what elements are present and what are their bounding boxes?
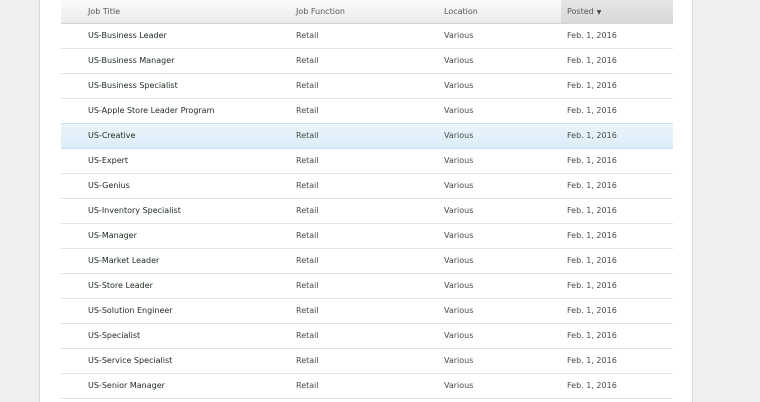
job-function-cell: Retail: [296, 56, 319, 65]
job-title-link[interactable]: US-Creative: [88, 124, 135, 148]
table-row[interactable]: US-Manager Retail Various Feb. 1, 2016: [61, 224, 673, 249]
job-function-cell: Retail: [296, 81, 319, 90]
location-cell: Various: [444, 81, 474, 90]
posted-date-cell: Feb. 1, 2016: [567, 156, 617, 165]
posted-date-cell: Feb. 1, 2016: [567, 81, 617, 90]
column-header-job-function[interactable]: Job Function: [296, 0, 345, 23]
posted-date-cell: Feb. 1, 2016: [567, 256, 617, 265]
location-cell: Various: [444, 206, 474, 215]
job-title-link[interactable]: US-Expert: [88, 149, 128, 173]
job-title-link[interactable]: US-Business Specialist: [88, 74, 178, 98]
table-row[interactable]: US-Senior Manager Retail Various Feb. 1, 20…: [61, 374, 673, 399]
table-row[interactable]: US-Expert Retail Various Feb. 1, 2016: [61, 149, 673, 174]
job-title-link[interactable]: US-Senior Manager: [88, 374, 165, 398]
location-cell: Various: [444, 231, 474, 240]
location-cell: Various: [444, 256, 474, 265]
posted-date-cell: Feb. 1, 2016: [567, 31, 617, 40]
table-row[interactable]: US-Inventory Specialist Retail Various Feb.…: [61, 199, 673, 224]
location-cell: Various: [444, 356, 474, 365]
posted-date-cell: Feb. 1, 2016: [567, 56, 617, 65]
job-title-link[interactable]: US-Business Leader: [88, 24, 167, 48]
table-row[interactable]: US-Business Leader Retail Various Feb. 1, 2…: [61, 24, 673, 49]
job-function-cell: Retail: [296, 256, 319, 265]
job-function-cell: Retail: [296, 381, 319, 390]
table-row[interactable]: US-Store Leader Retail Various Feb. 1, 2016: [61, 274, 673, 299]
job-function-cell: Retail: [296, 106, 319, 115]
location-cell: Various: [444, 56, 474, 65]
job-function-cell: Retail: [296, 231, 319, 240]
posted-date-cell: Feb. 1, 2016: [567, 231, 617, 240]
job-title-link[interactable]: US-Market Leader: [88, 249, 159, 273]
location-cell: Various: [444, 156, 474, 165]
page: Job Title Job Function Location Posted ▼ …: [0, 0, 760, 402]
job-function-cell: Retail: [296, 331, 319, 340]
job-function-cell: Retail: [296, 281, 319, 290]
sort-descending-icon: ▼: [596, 9, 602, 16]
location-cell: Various: [444, 331, 474, 340]
job-function-cell: Retail: [296, 31, 319, 40]
job-function-cell: Retail: [296, 131, 319, 140]
job-title-link[interactable]: US-Inventory Specialist: [88, 199, 181, 223]
column-header-posted[interactable]: Posted ▼: [561, 0, 673, 23]
job-function-cell: Retail: [296, 306, 319, 315]
posted-date-cell: Feb. 1, 2016: [567, 306, 617, 315]
posted-date-cell: Feb. 1, 2016: [567, 281, 617, 290]
location-cell: Various: [444, 106, 474, 115]
column-header-job-title[interactable]: Job Title: [88, 0, 120, 23]
column-header-location[interactable]: Location: [444, 0, 478, 23]
table-row[interactable]: US-Apple Store Leader Program Retail Vario…: [61, 99, 673, 124]
job-title-link[interactable]: US-Apple Store Leader Program: [88, 99, 214, 123]
table-row[interactable]: US-Business Manager Retail Various Feb. 1, …: [61, 49, 673, 74]
posted-date-cell: Feb. 1, 2016: [567, 181, 617, 190]
column-header-posted-label: Posted: [567, 7, 594, 16]
jobs-table: Job Title Job Function Location Posted ▼ …: [61, 0, 673, 399]
posted-date-cell: Feb. 1, 2016: [567, 381, 617, 390]
job-function-cell: Retail: [296, 156, 319, 165]
table-row[interactable]: US-Creative Retail Various Feb. 1, 2016: [61, 123, 673, 149]
posted-date-cell: Feb. 1, 2016: [567, 331, 617, 340]
table-row[interactable]: US-Market Leader Retail Various Feb. 1, 201…: [61, 249, 673, 274]
job-function-cell: Retail: [296, 206, 319, 215]
location-cell: Various: [444, 181, 474, 190]
table-row[interactable]: US-Business Specialist Retail Various Feb. …: [61, 74, 673, 99]
job-function-cell: Retail: [296, 356, 319, 365]
table-header: Job Title Job Function Location Posted ▼: [61, 0, 673, 24]
job-function-cell: Retail: [296, 181, 319, 190]
table-row[interactable]: US-Specialist Retail Various Feb. 1, 2016: [61, 324, 673, 349]
job-title-link[interactable]: US-Solution Engineer: [88, 299, 173, 323]
location-cell: Various: [444, 281, 474, 290]
posted-date-cell: Feb. 1, 2016: [567, 206, 617, 215]
location-cell: Various: [444, 131, 474, 140]
job-title-link[interactable]: US-Business Manager: [88, 49, 174, 73]
location-cell: Various: [444, 306, 474, 315]
table-row[interactable]: US-Solution Engineer Retail Various Feb. 1,…: [61, 299, 673, 324]
job-title-link[interactable]: US-Specialist: [88, 324, 140, 348]
table-row[interactable]: US-Service Specialist Retail Various Feb. 1…: [61, 349, 673, 374]
table-row[interactable]: US-Genius Retail Various Feb. 1, 2016: [61, 174, 673, 199]
job-title-link[interactable]: US-Service Specialist: [88, 349, 172, 373]
table-body: US-Business Leader Retail Various Feb. 1, 2…: [61, 24, 673, 399]
posted-date-cell: Feb. 1, 2016: [567, 106, 617, 115]
job-title-link[interactable]: US-Store Leader: [88, 274, 153, 298]
location-cell: Various: [444, 381, 474, 390]
location-cell: Various: [444, 31, 474, 40]
job-title-link[interactable]: US-Genius: [88, 174, 130, 198]
job-title-link[interactable]: US-Manager: [88, 224, 137, 248]
posted-date-cell: Feb. 1, 2016: [567, 131, 617, 140]
posted-date-cell: Feb. 1, 2016: [567, 356, 617, 365]
